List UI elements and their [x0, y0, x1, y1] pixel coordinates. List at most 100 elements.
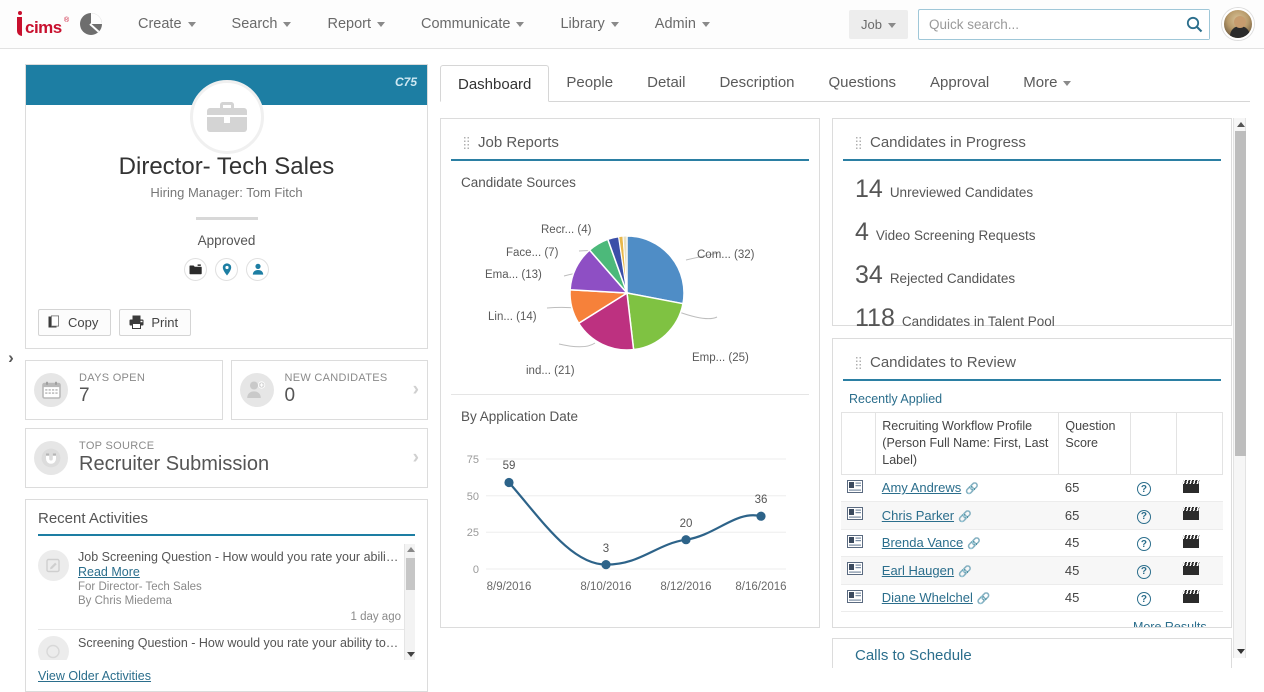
line-chart[interactable]: 0 25 50 75 59 3 20 36 8/9/2016 8/10/2016… [441, 424, 819, 624]
film-clapper-icon[interactable] [1182, 589, 1200, 603]
tab-detail[interactable]: Detail [630, 64, 702, 101]
drag-handle-icon[interactable] [855, 136, 862, 149]
question-mark-icon[interactable]: ? [1136, 592, 1151, 607]
chevron-down-icon [1063, 80, 1072, 86]
film-clapper-icon[interactable] [1182, 507, 1200, 521]
main-content-scrollbar[interactable] [1233, 118, 1246, 658]
list-item[interactable]: Job Screening Question - How would you r… [38, 544, 415, 629]
view-older-activities-link[interactable]: View Older Activities [38, 669, 151, 683]
row-video-action[interactable] [1176, 474, 1223, 503]
row-profile-icon[interactable] [841, 584, 876, 613]
question-mark-icon[interactable]: ? [1136, 509, 1151, 524]
stat-card-days-open[interactable]: DAYS OPEN 7 [25, 359, 223, 420]
candidate-link[interactable]: Diane Whelchel [882, 590, 973, 605]
top-source-card[interactable]: TOP SOURCE Recruiter Submission › [25, 427, 428, 488]
sidebar-expand-button[interactable]: › [2, 346, 20, 370]
tab-more[interactable]: More [1006, 64, 1088, 101]
candidate-link[interactable]: Chris Parker [882, 508, 954, 523]
icims-logo[interactable]: cims ® [12, 9, 69, 39]
left-column: C75 Director- Tech Sales Hiring Manager:… [25, 64, 428, 692]
stat-card-new-candidates-text: NEW CANDIDATES 0 [285, 372, 388, 407]
pie-chart[interactable] [441, 190, 821, 385]
table-row[interactable]: Earl Haugen 🔗 45 ? [841, 556, 1223, 585]
row-candidate-name[interactable]: Diane Whelchel 🔗 [875, 584, 1059, 613]
row-profile-icon[interactable] [841, 501, 876, 530]
row-video-action[interactable] [1176, 556, 1223, 585]
question-mark-icon[interactable]: ? [1136, 537, 1151, 552]
scroll-up-arrow-icon[interactable] [407, 546, 415, 552]
table-row[interactable]: Diane Whelchel 🔗 45 ? [841, 584, 1223, 613]
row-candidate-name[interactable]: Brenda Vance 🔗 [875, 529, 1059, 558]
tab-description[interactable]: Description [702, 64, 811, 101]
pie-chart-icon[interactable] [80, 13, 102, 35]
film-clapper-icon[interactable] [1182, 534, 1200, 548]
search-input[interactable] [919, 16, 1179, 32]
quick-search-box[interactable] [918, 8, 1210, 40]
cip-row-unreviewed[interactable]: 14 Unreviewed Candidates [833, 175, 1231, 204]
scrollbar-thumb[interactable] [406, 557, 415, 590]
table-row[interactable]: Chris Parker 🔗 65 ? [841, 501, 1223, 530]
row-video-action[interactable] [1176, 501, 1223, 530]
nav-item-report[interactable]: Report [309, 0, 403, 48]
recent-activities-scrollbar[interactable] [404, 543, 415, 660]
cip-count: 4 [855, 218, 869, 246]
table-row[interactable]: Amy Andrews 🔗 65 ? [841, 474, 1223, 503]
tab-approval[interactable]: Approval [913, 64, 1006, 101]
cip-row-video-screening[interactable]: 4 Video Screening Requests [833, 218, 1231, 247]
nav-item-create[interactable]: Create [120, 0, 214, 48]
scroll-down-arrow-icon[interactable] [407, 651, 415, 657]
film-clapper-icon[interactable] [1182, 479, 1200, 493]
folder-icon[interactable] [184, 257, 207, 281]
recently-applied-link[interactable]: Recently Applied [833, 381, 1231, 406]
drag-handle-icon[interactable] [855, 356, 862, 369]
row-profile-icon[interactable] [841, 529, 876, 558]
row-question-action[interactable]: ? [1130, 556, 1177, 585]
copy-button[interactable]: Copy [38, 308, 112, 336]
scroll-up-arrow-icon[interactable] [1237, 122, 1245, 127]
user-avatar[interactable] [1222, 8, 1254, 40]
by-application-date-chart[interactable]: 0 25 50 75 59 3 20 36 8/9/2016 8/10/2016… [441, 424, 819, 624]
row-candidate-name[interactable]: Earl Haugen 🔗 [875, 556, 1059, 585]
scrollbar-thumb[interactable] [1235, 131, 1246, 456]
row-question-action[interactable]: ? [1130, 474, 1177, 503]
search-button[interactable] [1179, 9, 1209, 39]
stat-card-new-candidates[interactable]: NEW CANDIDATES 0 › [230, 359, 428, 420]
film-clapper-icon[interactable] [1182, 562, 1200, 576]
row-candidate-name[interactable]: Chris Parker 🔗 [875, 501, 1059, 530]
row-question-action[interactable]: ? [1130, 584, 1177, 613]
row-candidate-name[interactable]: Amy Andrews 🔗 [875, 474, 1059, 503]
row-question-action[interactable]: ? [1130, 501, 1177, 530]
candidate-sources-chart[interactable]: Com... (32) Emp... (25) ind... (21) Lin.… [441, 190, 819, 390]
nav-item-admin[interactable]: Admin [637, 0, 728, 48]
location-pin-icon[interactable] [215, 257, 238, 281]
person-icon[interactable] [246, 257, 269, 281]
svg-text:8/9/2016: 8/9/2016 [487, 581, 532, 593]
nav-item-communicate[interactable]: Communicate [403, 0, 542, 48]
more-results-link[interactable]: More Results... [833, 612, 1231, 627]
search-scope-selector[interactable]: Job [849, 9, 908, 39]
question-mark-icon[interactable]: ? [1136, 564, 1151, 579]
tab-people[interactable]: People [549, 64, 630, 101]
list-item[interactable]: Screening Question - How would you rate … [38, 628, 415, 660]
question-mark-icon[interactable]: ? [1136, 482, 1151, 497]
drag-handle-icon[interactable] [463, 136, 470, 149]
candidate-link[interactable]: Earl Haugen [882, 563, 954, 578]
scroll-down-arrow-icon[interactable] [1237, 649, 1245, 654]
nav-item-library[interactable]: Library [542, 0, 636, 48]
print-button[interactable]: Print [119, 308, 192, 336]
cip-row-rejected[interactable]: 34 Rejected Candidates [833, 261, 1231, 290]
tab-questions[interactable]: Questions [812, 64, 914, 101]
row-video-action[interactable] [1176, 529, 1223, 558]
nav-item-search[interactable]: Search [214, 0, 310, 48]
candidate-link[interactable]: Amy Andrews [882, 480, 961, 495]
row-profile-icon[interactable] [841, 474, 876, 503]
candidate-link[interactable]: Brenda Vance [882, 535, 963, 550]
tab-dashboard[interactable]: Dashboard [440, 65, 550, 102]
cip-row-talent-pool[interactable]: 118 Candidates in Talent Pool [833, 304, 1231, 333]
row-profile-icon[interactable] [841, 556, 876, 585]
pie-label-com: Com... (32) [697, 249, 755, 261]
row-video-action[interactable] [1176, 584, 1223, 613]
row-question-action[interactable]: ? [1130, 529, 1177, 558]
table-row[interactable]: Brenda Vance 🔗 45 ? [841, 529, 1223, 558]
read-more-link[interactable]: Read More [78, 565, 140, 579]
